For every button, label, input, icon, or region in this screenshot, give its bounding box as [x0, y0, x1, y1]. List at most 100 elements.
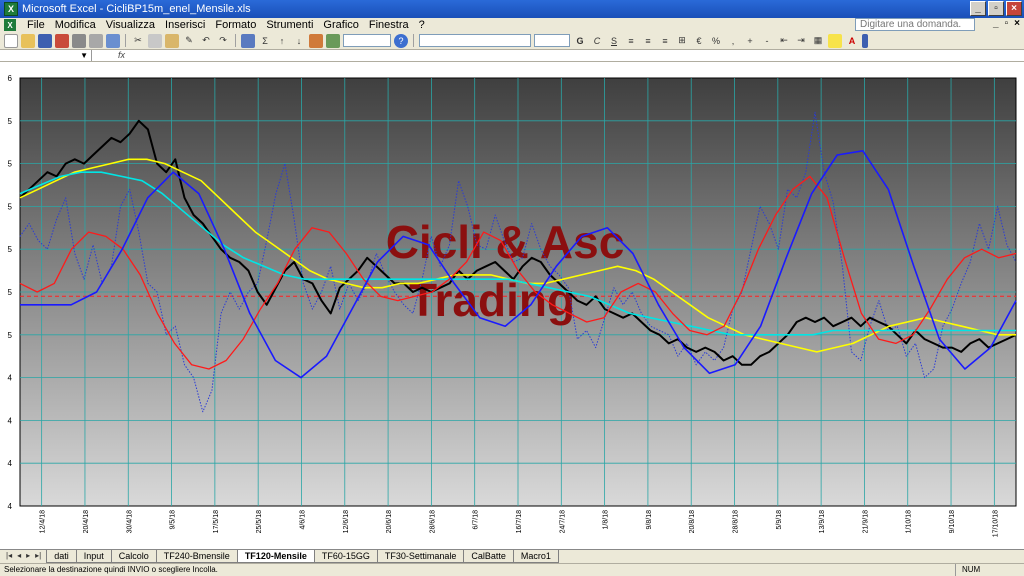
y-tick-label: 5	[8, 160, 13, 169]
x-tick-label: 12/6/18	[343, 510, 350, 533]
print-preview-icon[interactable]	[89, 33, 103, 48]
close-button[interactable]: ×	[1006, 1, 1022, 16]
toolbar-options-icon[interactable]	[862, 33, 868, 48]
help-question-input[interactable]: Digitare una domanda.	[855, 18, 975, 31]
tab-calbatte[interactable]: CalBatte	[463, 550, 514, 563]
toolbar-separator	[125, 34, 126, 47]
align-center-icon[interactable]: ≡	[641, 34, 655, 48]
menu-help[interactable]: ?	[414, 19, 430, 31]
permission-icon[interactable]	[55, 33, 69, 48]
tab-next-button[interactable]: ▸	[26, 551, 30, 560]
zoom-combo[interactable]	[343, 34, 391, 47]
x-tick-label: 9/10/18	[949, 510, 956, 533]
y-tick-label: 4	[8, 459, 13, 468]
menu-visualizza[interactable]: Visualizza	[101, 19, 160, 31]
x-tick-label: 20/4/18	[83, 510, 90, 533]
fill-color-icon[interactable]	[828, 33, 842, 48]
font-color-icon[interactable]: A	[845, 34, 859, 48]
new-icon[interactable]	[4, 33, 18, 48]
excel-app-icon[interactable]: X	[4, 2, 18, 16]
x-tick-label: 30/4/18	[126, 510, 133, 533]
print-icon[interactable]	[72, 33, 86, 48]
y-tick-label: 5	[8, 202, 13, 211]
x-tick-label: 24/7/18	[559, 510, 566, 533]
tab-input[interactable]: Input	[75, 550, 112, 563]
italic-icon[interactable]: C	[590, 34, 604, 48]
x-tick-label: 20/8/18	[689, 510, 696, 533]
font-size-combo[interactable]	[534, 34, 570, 47]
doc-restore-button[interactable]: ▫	[1005, 18, 1009, 29]
document-icon[interactable]: X	[4, 19, 16, 31]
increase-indent-icon[interactable]: ⇥	[794, 34, 808, 48]
tab-calcolo[interactable]: Calcolo	[110, 550, 157, 563]
minimize-button[interactable]: _	[970, 1, 986, 16]
name-box[interactable]: ▼	[0, 50, 92, 61]
y-tick-label: 5	[8, 245, 13, 254]
undo-icon[interactable]: ↶	[199, 34, 213, 48]
redo-icon[interactable]: ↷	[216, 34, 230, 48]
copy-icon[interactable]	[148, 33, 162, 48]
paste-icon[interactable]	[165, 33, 179, 48]
autosum-icon[interactable]: Σ	[258, 34, 272, 48]
doc-close-button[interactable]: ×	[1014, 18, 1020, 29]
increase-decimal-icon[interactable]: +	[743, 34, 757, 48]
tab-prev-button[interactable]: ◂	[17, 551, 21, 560]
tab-last-button[interactable]: ▸|	[35, 551, 41, 560]
decrease-decimal-icon[interactable]: -	[760, 34, 774, 48]
x-tick-label: 1/8/18	[603, 510, 610, 530]
menu-formato[interactable]: Formato	[210, 19, 261, 31]
tab-tf30-settimanale[interactable]: TF30-Settimanale	[376, 550, 465, 563]
tab-dati[interactable]: dati	[46, 550, 77, 563]
drawing-icon[interactable]	[326, 33, 340, 48]
x-tick-label: 16/7/18	[516, 510, 523, 533]
sort-descending-icon[interactable]: ↓	[292, 34, 306, 48]
y-tick-label: 4	[8, 502, 13, 511]
menu-file[interactable]: File	[22, 19, 50, 31]
x-tick-label: 5/9/18	[776, 510, 783, 530]
percent-icon[interactable]: %	[709, 34, 723, 48]
tab-tf120-mensile[interactable]: TF120-Mensile	[236, 550, 315, 563]
menu-modifica[interactable]: Modifica	[50, 19, 101, 31]
tab-tf60-15gg[interactable]: TF60-15GG	[313, 550, 378, 563]
thousands-icon[interactable]: ,	[726, 34, 740, 48]
document-controls: _ ▫ ×	[993, 18, 1020, 29]
toolbar-separator	[235, 34, 236, 47]
format-painter-icon[interactable]: ✎	[182, 34, 196, 48]
align-left-icon[interactable]: ≡	[624, 34, 638, 48]
cut-icon[interactable]: ✂	[131, 34, 145, 48]
x-tick-label: 1/10/18	[906, 510, 913, 533]
x-tick-label: 28/6/18	[429, 510, 436, 533]
tab-first-button[interactable]: |◂	[6, 551, 12, 560]
underline-icon[interactable]: S	[607, 34, 621, 48]
window-controls: _ ▫ ×	[970, 1, 1022, 16]
decrease-indent-icon[interactable]: ⇤	[777, 34, 791, 48]
tab-macro1[interactable]: Macro1	[512, 550, 559, 563]
doc-minimize-button[interactable]: _	[993, 18, 999, 29]
menu-finestra[interactable]: Finestra	[364, 19, 414, 31]
sheet-tabs: |◂ ◂ ▸ ▸| dati Input Calcolo TF240-Bmens…	[0, 549, 1024, 563]
open-icon[interactable]	[21, 33, 35, 48]
help-icon[interactable]: ?	[394, 33, 408, 48]
menu-inserisci[interactable]: Inserisci	[160, 19, 210, 31]
x-tick-label: 9/5/18	[170, 510, 177, 530]
x-tick-label: 21/9/18	[862, 510, 869, 533]
hyperlink-icon[interactable]	[241, 33, 255, 48]
menu-grafico[interactable]: Grafico	[318, 19, 363, 31]
align-right-icon[interactable]: ≡	[658, 34, 672, 48]
currency-icon[interactable]: €	[692, 34, 706, 48]
menu-strumenti[interactable]: Strumenti	[261, 19, 318, 31]
x-tick-label: 17/5/18	[213, 510, 220, 533]
merge-center-icon[interactable]: ⊞	[675, 34, 689, 48]
font-name-combo[interactable]	[419, 34, 531, 47]
bold-icon[interactable]: G	[573, 34, 587, 48]
chart-wizard-icon[interactable]	[309, 33, 323, 48]
spelling-icon[interactable]	[106, 33, 120, 48]
x-tick-label: 9/8/18	[646, 510, 653, 530]
sort-ascending-icon[interactable]: ↑	[275, 34, 289, 48]
chart-area[interactable]: 6 5 5 5 5 5 5 4 4 4 4 12/4/18 20/4/18 30/4/18 9/5/18 17…	[0, 62, 1024, 549]
tab-tf240-bmensile[interactable]: TF240-Bmensile	[155, 550, 238, 563]
x-tick-label: 13/9/18	[819, 510, 826, 533]
maximize-button[interactable]: ▫	[988, 1, 1004, 16]
save-icon[interactable]	[38, 33, 52, 48]
borders-icon[interactable]: ▦	[811, 34, 825, 48]
